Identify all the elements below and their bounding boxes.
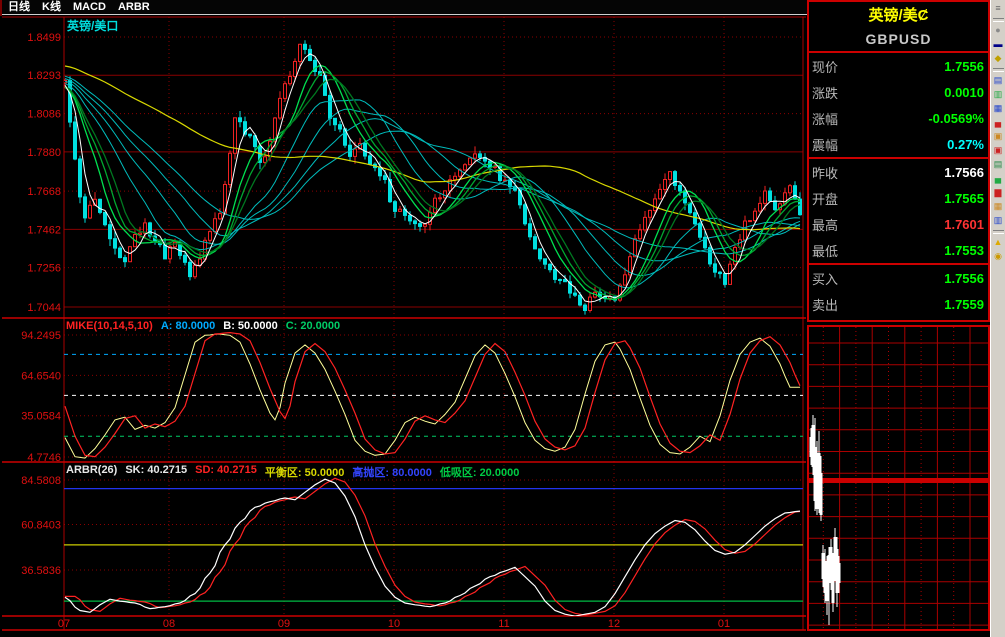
doc-icon-5[interactable]: ▥ bbox=[992, 214, 1005, 227]
legend-item: MIKE(10,14,5,10) bbox=[66, 320, 153, 332]
legend-item: SD: 40.2715 bbox=[195, 464, 257, 480]
svg-text:1.7044: 1.7044 bbox=[27, 302, 61, 314]
doc-icon-2[interactable]: ▥ bbox=[992, 88, 1005, 101]
svg-text:12: 12 bbox=[608, 618, 620, 630]
svg-text:35.0584: 35.0584 bbox=[21, 411, 61, 423]
svg-text:10: 10 bbox=[388, 618, 400, 630]
chart-icon-2[interactable]: ▄ bbox=[992, 172, 1005, 185]
svg-text:11: 11 bbox=[498, 618, 509, 630]
svg-text:1.7668: 1.7668 bbox=[27, 186, 61, 198]
arbr-legend: ARBR(26) SK: 40.2715 SD: 40.2715 平衡区: 50.00… bbox=[66, 464, 519, 480]
quote-row-value: 1.7553 bbox=[944, 243, 984, 258]
legend-item: C: 20.0000 bbox=[286, 320, 340, 332]
quote-row: 最低 1.7553 bbox=[809, 237, 988, 263]
quote-row-value: 1.7566 bbox=[944, 165, 984, 180]
quote-row-label: 涨跌 bbox=[812, 83, 838, 102]
sphere-icon[interactable]: ● bbox=[992, 24, 1005, 37]
toolbar-separator bbox=[993, 230, 1004, 234]
clipboard-icon-2[interactable]: ▣ bbox=[992, 144, 1005, 157]
quote-row: 昨收 1.7566 bbox=[809, 159, 988, 185]
quote-row: 涨跌 0.0010 bbox=[809, 79, 988, 105]
trading-app-window: 日线K线MACDARBR 070809101112011.84991.82931… bbox=[0, 0, 1005, 637]
quote-rows: 现价 1.7556 涨跌 0.0010 涨幅 -0.0569% 震幅 0.27% 昨收 1.756… bbox=[809, 53, 988, 317]
menu-bar: 日线 K线 MACD ARBR bbox=[2, 0, 807, 15]
grid-icon[interactable]: ▦ bbox=[992, 200, 1005, 213]
svg-text:36.5836: 36.5836 bbox=[21, 565, 61, 577]
quote-row-label: 昨收 bbox=[812, 163, 838, 182]
quote-row: 开盘 1.7565 bbox=[809, 185, 988, 211]
quote-row: 震幅 0.27% bbox=[809, 131, 988, 157]
svg-text:60.8403: 60.8403 bbox=[21, 520, 61, 532]
menu-item-2[interactable]: K线 bbox=[42, 2, 61, 13]
quote-row-label: 卖出 bbox=[812, 295, 838, 314]
svg-text:84.5808: 84.5808 bbox=[21, 475, 61, 487]
diamond-icon[interactable]: ◆ bbox=[992, 52, 1005, 65]
toolbar-separator bbox=[993, 18, 1004, 22]
menu-item-1[interactable]: 日线 bbox=[8, 2, 30, 13]
quote-row-value: 1.7601 bbox=[944, 217, 984, 232]
quote-row-value: -0.0569% bbox=[928, 111, 984, 126]
legend-item: A: 80.0000 bbox=[161, 320, 215, 332]
grip-handle[interactable]: ≡ bbox=[992, 2, 1005, 15]
quote-symbol: GBPUSD bbox=[809, 27, 988, 51]
svg-text:1.7880: 1.7880 bbox=[27, 147, 61, 159]
svg-text:1.8293: 1.8293 bbox=[27, 70, 61, 82]
clock-icon[interactable]: ◉ bbox=[992, 250, 1005, 263]
quote-row-value: 1.7556 bbox=[944, 59, 984, 74]
quote-row-label: 最高 bbox=[812, 215, 838, 234]
svg-text:64.6540: 64.6540 bbox=[21, 370, 61, 382]
quote-row-label: 现价 bbox=[812, 57, 838, 76]
quote-row: 最高 1.7601 bbox=[809, 211, 988, 237]
quote-row: 涨幅 -0.0569% bbox=[809, 105, 988, 131]
svg-text:94.2495: 94.2495 bbox=[21, 330, 61, 342]
chart-icon-1[interactable]: ▄ bbox=[992, 116, 1005, 129]
svg-text:1.7462: 1.7462 bbox=[27, 224, 61, 236]
menu-item-3[interactable]: MACD bbox=[73, 2, 106, 13]
quote-row: 卖出 1.7559 bbox=[809, 291, 988, 317]
chart-icon-3[interactable]: ▆ bbox=[992, 186, 1005, 199]
quote-row-value: 1.7565 bbox=[944, 191, 984, 206]
svg-text:08: 08 bbox=[163, 618, 175, 630]
legend-item: 高抛区: 80.0000 bbox=[352, 464, 431, 480]
side-toolbar: ≡●▬◆▤▥▦▄▣▣▤▄▆▦▥▲◉ bbox=[990, 0, 1005, 637]
legend-item: ARBR(26) bbox=[66, 464, 117, 480]
quote-row-value: 0.0010 bbox=[944, 85, 984, 100]
quote-row-label: 开盘 bbox=[812, 189, 838, 208]
quote-row-value: 0.27% bbox=[947, 137, 984, 152]
quote-row-label: 震幅 bbox=[812, 135, 838, 154]
warning-icon[interactable]: ▲ bbox=[992, 236, 1005, 249]
quote-row-label: 最低 bbox=[812, 241, 838, 260]
quote-row-label: 涨幅 bbox=[812, 109, 838, 128]
mike-legend: MIKE(10,14,5,10) A: 80.0000 B: 50.0000 C: 2… bbox=[66, 320, 340, 332]
legend-item: 平衡区: 50.0000 bbox=[265, 464, 344, 480]
quote-header: 英镑/美Ȼ GBPUSD bbox=[809, 2, 988, 53]
mini-chart bbox=[807, 325, 990, 631]
quote-row-value: 1.7559 bbox=[944, 297, 984, 312]
quote-row: 现价 1.7556 bbox=[809, 53, 988, 79]
toolbar-separator bbox=[993, 68, 1004, 72]
chart-symbol-label: 英镑/美口 bbox=[67, 17, 118, 34]
svg-text:1.8086: 1.8086 bbox=[27, 109, 61, 121]
quote-pair-title: 英镑/美Ȼ bbox=[809, 5, 988, 27]
doc-icon-3[interactable]: ▦ bbox=[992, 102, 1005, 115]
doc-icon-4[interactable]: ▤ bbox=[992, 158, 1005, 171]
legend-item: SK: 40.2715 bbox=[125, 464, 187, 480]
hline-icon[interactable]: ▬ bbox=[992, 38, 1005, 51]
svg-text:1.8499: 1.8499 bbox=[27, 32, 61, 44]
legend-item: 低吸区: 20.0000 bbox=[440, 464, 519, 480]
quote-row: 买入 1.7556 bbox=[809, 265, 988, 291]
menu-item-4[interactable]: ARBR bbox=[118, 2, 150, 13]
doc-icon-1[interactable]: ▤ bbox=[992, 74, 1005, 87]
legend-item: B: 50.0000 bbox=[223, 320, 277, 332]
quote-row-label: 买入 bbox=[812, 269, 838, 288]
clipboard-icon-1[interactable]: ▣ bbox=[992, 130, 1005, 143]
quote-panel: 英镑/美Ȼ GBPUSD 现价 1.7556 涨跌 0.0010 涨幅 -0.0569% 震… bbox=[807, 0, 990, 322]
svg-text:09: 09 bbox=[278, 618, 290, 630]
quote-row-value: 1.7556 bbox=[944, 271, 984, 286]
svg-text:1.7256: 1.7256 bbox=[27, 263, 61, 275]
svg-text:01: 01 bbox=[718, 618, 730, 630]
